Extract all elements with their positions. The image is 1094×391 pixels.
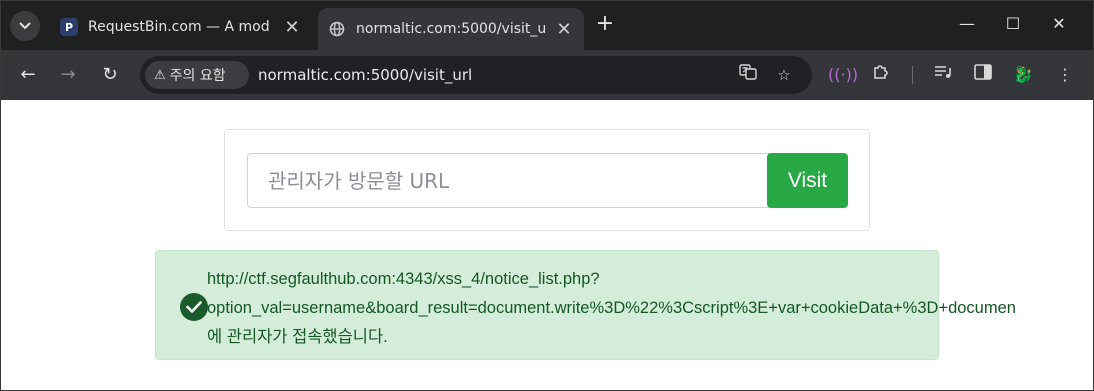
window-frame [0,0,1094,391]
